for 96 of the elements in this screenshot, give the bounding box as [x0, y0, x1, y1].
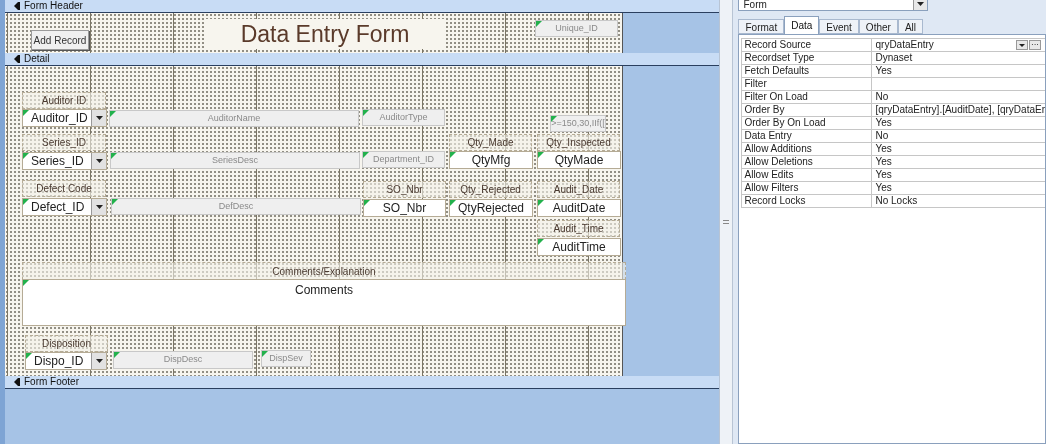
caret-icon	[95, 159, 103, 163]
triangle-icon	[114, 352, 120, 358]
text-box[interactable]: QtyMfg	[449, 151, 533, 169]
property-value[interactable]: Yes	[872, 169, 892, 181]
triangle-icon	[363, 152, 369, 158]
dropdown-button[interactable]	[1016, 40, 1028, 50]
triangle-icon	[538, 200, 544, 206]
triangle-icon	[112, 199, 118, 205]
text-box[interactable]: AuditTime	[537, 238, 621, 256]
property-name[interactable]: Filter	[742, 78, 873, 90]
property-name[interactable]: Fetch Defaults	[742, 65, 873, 77]
triangle-icon	[111, 153, 117, 159]
combo-box[interactable]: Auditor_ID	[22, 109, 107, 127]
combo-box[interactable]: Defect_ID	[22, 198, 107, 216]
triangle-icon	[26, 353, 32, 359]
builder-button[interactable]: ···	[1029, 40, 1041, 50]
property-tab[interactable]: Format	[738, 19, 785, 34]
field-label: SO_Nbr	[363, 181, 446, 198]
property-name[interactable]: Record Source	[742, 39, 873, 51]
property-value[interactable]: No Locks	[872, 195, 918, 207]
dropdown-button[interactable]	[91, 153, 106, 169]
section-marker-icon	[13, 378, 21, 386]
property-value[interactable]: qryDataEntry	[872, 39, 934, 51]
field-label: Defect Code	[22, 180, 106, 197]
property-value[interactable]: [qryDataEntry].[AuditDate], [qryDataEr	[872, 104, 1045, 116]
triangle-icon	[23, 153, 29, 159]
property-value[interactable]: Yes	[872, 182, 892, 194]
triangle-icon	[538, 152, 544, 158]
triangle-icon	[23, 280, 29, 286]
caret-icon	[1019, 43, 1025, 47]
section-title: Form Footer	[24, 377, 79, 387]
property-name[interactable]: Record Locks	[742, 195, 873, 207]
caret-icon	[95, 116, 103, 120]
field-label: Qty_Inspected	[537, 134, 620, 151]
field-label: Audit_Time	[537, 220, 620, 237]
section-bar[interactable]: Detail	[5, 53, 719, 66]
section-title: Detail	[24, 54, 50, 64]
triangle-icon	[262, 351, 268, 357]
property-value[interactable]: Yes	[872, 65, 892, 77]
combo-box[interactable]: Dispo_ID	[25, 352, 107, 370]
property-name[interactable]: Allow Additions	[742, 143, 873, 155]
property-value[interactable]: No	[872, 91, 889, 103]
property-value[interactable]: Yes	[872, 156, 892, 168]
text-box[interactable]: SO_Nbr	[363, 199, 446, 217]
dropdown-button[interactable]	[91, 110, 106, 126]
triangle-icon	[23, 199, 29, 205]
triangle-icon	[450, 152, 456, 158]
triangle-icon	[110, 111, 116, 117]
triangle-icon	[23, 110, 29, 116]
section-marker-icon	[13, 55, 21, 63]
field-label: Qty_Made	[449, 134, 532, 151]
property-tab[interactable]: Other	[858, 19, 898, 34]
object-selector[interactable]: Form	[738, 0, 929, 11]
caret-icon	[95, 359, 103, 363]
property-name[interactable]: Order By On Load	[742, 117, 873, 129]
property-name[interactable]: Data Entry	[742, 130, 873, 142]
caret-icon	[917, 2, 925, 6]
field-label: Audit_Date	[537, 181, 620, 198]
triangle-icon	[536, 21, 542, 27]
property-name[interactable]: Order By	[742, 104, 873, 116]
section-title: Form Header	[24, 1, 83, 11]
grip-icon	[723, 220, 729, 224]
text-box[interactable]: AuditDate	[537, 199, 621, 217]
property-tab[interactable]: Event	[819, 19, 859, 34]
section-marker-icon	[13, 2, 21, 10]
property-name[interactable]: Allow Edits	[742, 169, 873, 181]
form-title: Data Entry Form	[205, 19, 445, 49]
property-value[interactable]: Dynaset	[872, 52, 913, 64]
section-bar[interactable]: Form Header	[5, 0, 719, 13]
property-name[interactable]: Recordset Type	[742, 52, 873, 64]
dropdown-button[interactable]	[91, 353, 106, 369]
text-box[interactable]: QtyRejected	[449, 199, 533, 217]
add-record-button[interactable]: Add Record	[31, 30, 89, 50]
triangle-icon	[364, 200, 370, 206]
comments-box[interactable]: Comments	[22, 279, 626, 326]
property-name[interactable]: Allow Filters	[742, 182, 873, 194]
property-value[interactable]: Yes	[872, 117, 892, 129]
triangle-icon	[450, 200, 456, 206]
field-label: Series_ID	[22, 134, 106, 151]
triangle-icon	[538, 239, 544, 245]
dropdown-button[interactable]	[91, 199, 106, 215]
text-box[interactable]: QtyMade	[537, 151, 621, 169]
dropdown-button[interactable]	[913, 0, 928, 10]
property-name[interactable]: Filter On Load	[742, 91, 873, 103]
field-label: Auditor ID	[22, 92, 106, 109]
property-value[interactable]: No	[872, 130, 889, 142]
field-label: Qty_Rejected	[449, 181, 532, 198]
property-name[interactable]: Allow Deletions	[742, 156, 873, 168]
property-tab[interactable]: Data	[784, 16, 820, 34]
combo-box[interactable]: Series_ID	[22, 152, 107, 170]
property-value[interactable]: Yes	[872, 143, 892, 155]
property-tab[interactable]: All	[897, 19, 923, 34]
caret-icon	[95, 205, 103, 209]
triangle-icon	[363, 110, 369, 116]
field-label: Disposition	[25, 335, 108, 352]
section-bar[interactable]: Form Footer	[5, 376, 719, 389]
